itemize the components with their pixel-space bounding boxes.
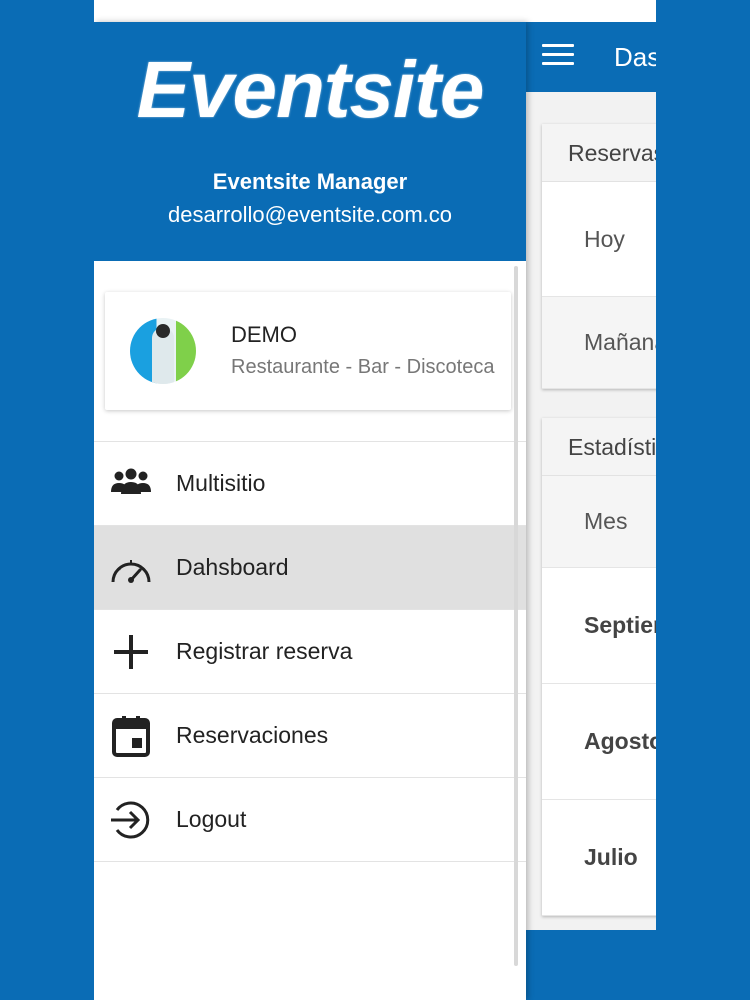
plus-icon <box>114 635 148 669</box>
menu-item-logout[interactable]: Logout <box>94 778 526 862</box>
logout-icon <box>111 801 150 839</box>
menu-item-dashboard[interactable]: Dahsboard <box>94 526 526 610</box>
estadisticas-card-header: Estadísticas <box>542 418 656 476</box>
drawer-header: Eventsite Eventsite Manager desarrollo@e… <box>94 22 526 261</box>
menu-item-reservaciones[interactable]: Reservaciones <box>94 694 526 778</box>
speedometer-icon <box>111 560 151 583</box>
site-description: Restaurante - Bar - Discoteca <box>231 356 495 378</box>
calendar-icon <box>112 716 150 757</box>
menu-item-multisitio[interactable]: Multisitio <box>94 442 526 526</box>
app-bar: Dashboard <box>526 22 656 92</box>
estadisticas-row-julio[interactable]: Julio <box>542 800 656 916</box>
menu-label-registrar-reserva: Registrar reserva <box>176 638 353 664</box>
eventsite-logo: Eventsite <box>136 45 485 134</box>
phone-screen: Dashboard Reservas Hoy Mañana Estadístic… <box>94 0 656 1000</box>
estadisticas-row-mes: Mes <box>542 476 656 568</box>
menu-label-logout: Logout <box>176 806 247 832</box>
menu-item-registrar-reserva[interactable]: Registrar reserva <box>94 610 526 694</box>
site-name: DEMO <box>231 322 297 347</box>
navigation-drawer: Eventsite Eventsite Manager desarrollo@e… <box>94 22 526 1000</box>
site-avatar <box>130 318 196 384</box>
estadisticas-row-agosto[interactable]: Agosto <box>542 684 656 800</box>
menu-label-dashboard: Dahsboard <box>176 554 289 580</box>
menu-icon[interactable] <box>542 44 574 68</box>
drawer-menu: Multisitio Dahsboard Registrar reserva R… <box>94 441 526 862</box>
app-bar-title: Dashboard <box>614 42 656 72</box>
reservas-row-hoy[interactable]: Hoy <box>542 182 656 297</box>
group-icon <box>111 468 151 494</box>
reservas-card: Reservas Hoy Mañana <box>542 124 656 389</box>
reservas-row-manana[interactable]: Mañana <box>542 297 656 389</box>
app-bottom-bar <box>526 930 656 1000</box>
estadisticas-row-septiembre[interactable]: Septiembre <box>542 568 656 684</box>
manager-name: Eventsite Manager <box>212 169 408 194</box>
status-bar <box>94 0 656 22</box>
reservas-card-header: Reservas <box>542 124 656 182</box>
drawer-scrollbar[interactable] <box>514 266 518 966</box>
menu-label-multisitio: Multisitio <box>176 470 266 496</box>
estadisticas-card: Estadísticas Mes Septiembre Agosto Julio <box>542 418 656 916</box>
manager-email: desarrollo@eventsite.com.co <box>167 202 452 227</box>
menu-label-reservaciones: Reservaciones <box>176 722 329 748</box>
dashboard-app: Dashboard Reservas Hoy Mañana Estadístic… <box>526 22 656 1000</box>
current-site-card[interactable]: DEMO Restaurante - Bar - Discoteca <box>105 292 511 410</box>
